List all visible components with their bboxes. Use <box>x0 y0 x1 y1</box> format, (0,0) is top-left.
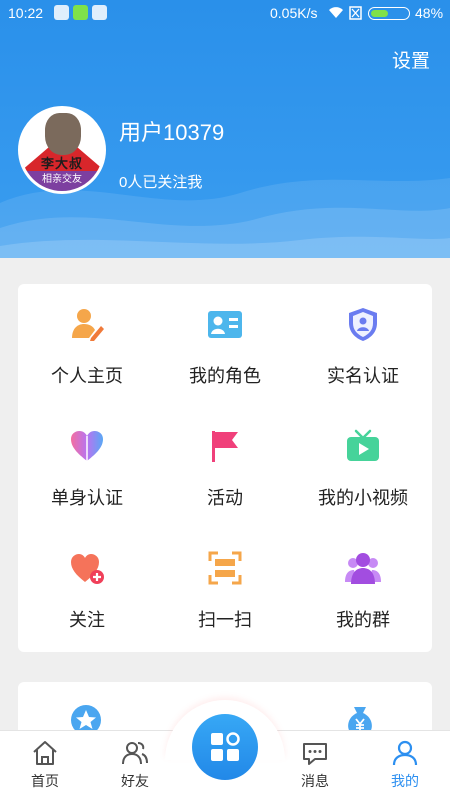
menu-item-label: 我的小视频 <box>318 488 408 508</box>
heart-plus-icon <box>71 554 104 584</box>
profile-icon <box>392 740 418 766</box>
tab-label: 首页 <box>31 773 59 789</box>
menu-item-real-name-auth[interactable]: 实名认证 <box>294 286 432 408</box>
menu-item-scan[interactable]: 扫一扫 <box>156 530 294 652</box>
sim-off-icon <box>349 6 362 20</box>
wifi-icon <box>329 7 343 18</box>
home-icon <box>33 741 57 765</box>
grid-apps-icon <box>211 732 240 761</box>
menu-item-label: 我的群 <box>336 610 390 630</box>
menu-item-label: 关注 <box>69 610 105 630</box>
menu-item-profile[interactable]: 个人主页 <box>18 286 156 408</box>
avatar[interactable]: 李大叔 相亲交友 <box>18 106 106 194</box>
heart-icon <box>71 431 103 461</box>
shield-user-icon <box>349 308 377 341</box>
username: 用户10379 <box>119 120 225 145</box>
menu-item-my-short-videos[interactable]: 我的小视频 <box>294 408 432 530</box>
tab-label: 消息 <box>301 773 329 789</box>
message-icon <box>303 743 327 765</box>
avatar-face <box>45 113 81 155</box>
friends-icon <box>122 742 148 765</box>
menu-item-single-auth[interactable]: 单身认证 <box>18 408 156 530</box>
app-notification-icon <box>73 5 88 20</box>
status-time: 10:22 <box>8 5 44 21</box>
battery-percent: 48% <box>415 5 444 21</box>
menu-item-label: 活动 <box>207 488 243 508</box>
usb-icon <box>54 5 69 20</box>
menu-item-label: 扫一扫 <box>198 610 252 630</box>
user-edit-icon <box>72 309 104 341</box>
avatar-name-text: 李大叔 <box>40 156 83 171</box>
menu-item-activity[interactable]: 活动 <box>156 408 294 530</box>
menu-item-my-role[interactable]: 我的角色 <box>156 286 294 408</box>
center-publish-button[interactable] <box>192 714 258 780</box>
tab-mine[interactable]: 我的 <box>360 731 450 800</box>
notification-icons <box>54 5 107 20</box>
tab-home[interactable]: 首页 <box>0 731 90 800</box>
menu-item-my-groups[interactable]: 我的群 <box>294 530 432 652</box>
battery-fill <box>371 10 388 17</box>
tab-messages[interactable]: 消息 <box>270 731 360 800</box>
status-bar: 10:22 0.05K/s 48% <box>0 0 450 26</box>
tab-label: 好友 <box>121 773 149 789</box>
menu-item-label: 我的角色 <box>189 366 261 386</box>
menu-item-label: 实名认证 <box>327 366 399 386</box>
menu-item-label: 个人主页 <box>51 366 123 386</box>
feature-menu-card: 个人主页 我的角色 实名认证 单身认证 活动 我的小视频 关注 扫一扫 我的群 <box>18 284 432 652</box>
followers-count[interactable]: 0人已关注我 <box>119 171 202 192</box>
id-card-icon <box>208 311 242 338</box>
tv-play-icon <box>347 429 379 461</box>
avatar-band-text: 相亲交友 <box>21 171 103 191</box>
network-speed: 0.05K/s <box>270 5 318 21</box>
app-notification-icon-2 <box>92 5 107 20</box>
flag-icon <box>212 431 238 462</box>
battery-icon <box>368 7 410 20</box>
group-icon <box>345 553 381 584</box>
feature-grid: 个人主页 我的角色 实名认证 单身认证 活动 我的小视频 关注 扫一扫 我的群 <box>18 284 432 652</box>
settings-button[interactable]: 设置 <box>392 46 430 73</box>
tab-friends[interactable]: 好友 <box>90 731 180 800</box>
menu-item-follow[interactable]: 关注 <box>18 530 156 652</box>
scan-icon <box>208 551 242 585</box>
tab-label: 我的 <box>391 773 419 789</box>
menu-item-label: 单身认证 <box>51 488 123 508</box>
profile-header: 10:22 0.05K/s 48% 设置 李大叔 相亲交友 用户10379 0人… <box>0 0 450 258</box>
